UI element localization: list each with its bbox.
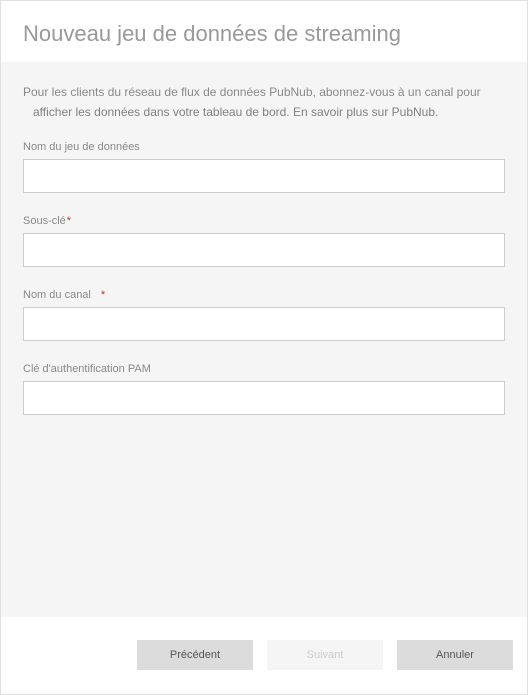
input-pam-auth-key[interactable] [23,381,505,415]
input-sub-key[interactable] [23,233,505,267]
page-title: Nouveau jeu de données de streaming [23,21,505,47]
cancel-button[interactable]: Annuler [397,640,513,670]
label-channel-name: Nom du canal* [23,289,505,301]
next-button: Suivant [267,640,383,670]
dialog-footer: Précédent Suivant Annuler [1,617,527,693]
required-indicator: * [67,215,71,227]
previous-button[interactable]: Précédent [137,640,253,670]
dialog-header: Nouveau jeu de données de streaming [1,1,527,62]
label-dataset-name: Nom du jeu de données [23,141,505,153]
field-sub-key: Sous-clé* [23,215,505,267]
description-line2: afficher les données dans votre tableau … [23,102,505,122]
description-line1: Pour les clients du réseau de flux de do… [23,85,481,99]
input-dataset-name[interactable] [23,159,505,193]
required-indicator: * [101,289,105,301]
form-area: Pour les clients du réseau de flux de do… [1,62,527,617]
input-channel-name[interactable] [23,307,505,341]
label-sub-key: Sous-clé* [23,215,505,227]
field-channel-name: Nom du canal* [23,289,505,341]
field-pam-auth-key: Clé d'authentification PAM [23,363,505,415]
label-pam-auth-key: Clé d'authentification PAM [23,363,505,375]
description-text: Pour les clients du réseau de flux de do… [23,82,505,123]
field-dataset-name: Nom du jeu de données [23,141,505,193]
